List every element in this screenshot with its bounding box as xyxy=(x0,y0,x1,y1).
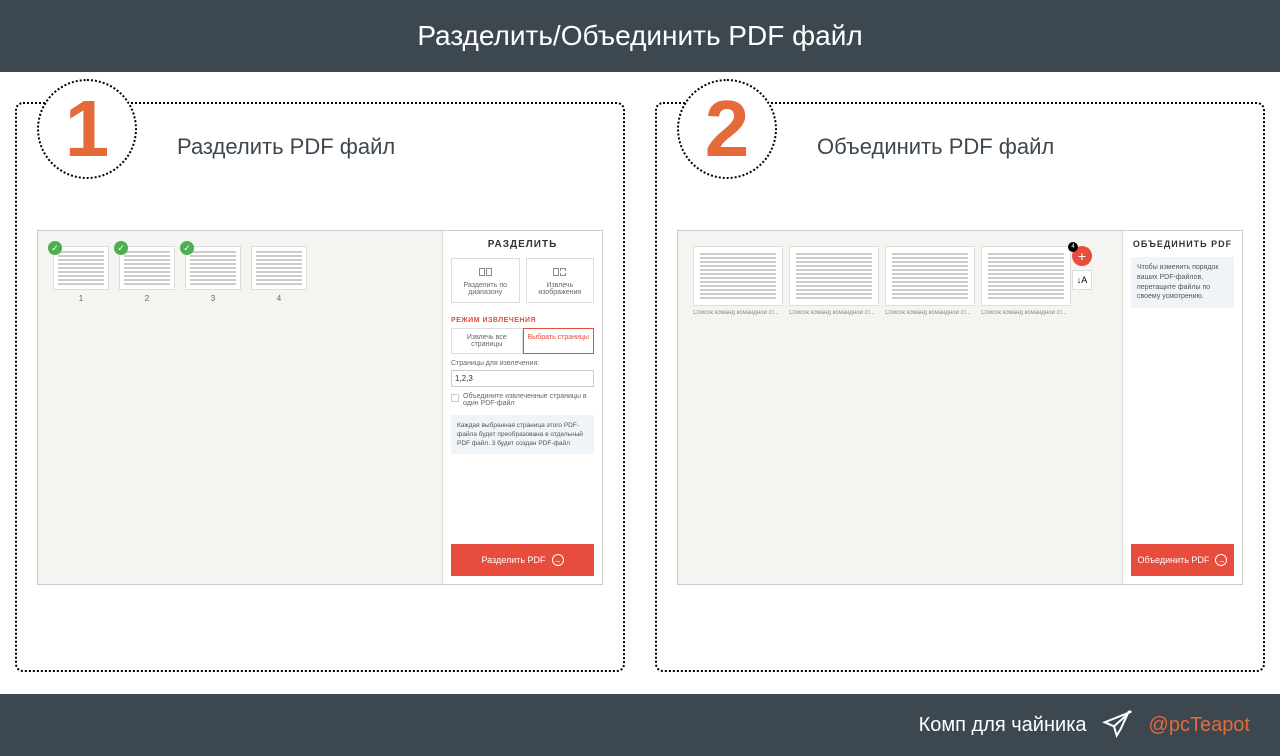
file-thumb[interactable] xyxy=(981,246,1071,306)
extract-tabs: Извлечь все страницы Выбрать страницы xyxy=(451,328,594,354)
page-thumb[interactable]: ✓ xyxy=(53,246,109,290)
panel-split: 1 Разделить PDF файл ✓ 1 ✓ 2 xyxy=(15,102,625,672)
thumb-wrapper: ✓ 1 xyxy=(53,246,109,303)
mode-range[interactable]: Разделить по диапазону xyxy=(451,258,520,303)
panel-merge: 2 Объединить PDF файл Список команд кома… xyxy=(655,102,1265,672)
sort-button[interactable]: ↓A xyxy=(1072,270,1092,290)
section-label: РЕЖИМ ИЗВЛЕЧЕНИЯ xyxy=(451,317,594,324)
screenshot-split: ✓ 1 ✓ 2 ✓ 3 xyxy=(37,230,603,585)
info-box: Каждая выбранная страница этого PDF-файл… xyxy=(451,415,594,454)
check-icon: ✓ xyxy=(48,241,62,255)
content-area: 1 Разделить PDF файл ✓ 1 ✓ 2 xyxy=(0,72,1280,692)
step-badge-2: 2 xyxy=(677,79,777,179)
file-caption: Список команд командной ст... xyxy=(789,310,879,316)
file-thumb-wrapper: Список команд командной ст... xyxy=(981,246,1071,316)
file-caption: Список команд командной ст... xyxy=(885,310,975,316)
file-thumb[interactable] xyxy=(885,246,975,306)
sidebar-title: РАЗДЕЛИТЬ xyxy=(451,239,594,250)
check-icon: ✓ xyxy=(180,241,194,255)
merge-thumbs-area: Список команд командной ст... Список ком… xyxy=(678,231,1122,584)
action-buttons: 4 + ↓A xyxy=(1072,246,1092,290)
page-thumb[interactable]: ✓ xyxy=(119,246,175,290)
page-footer: Комп для чайника @pcTeapot xyxy=(0,694,1280,756)
file-thumb[interactable] xyxy=(693,246,783,306)
thumb-number: 4 xyxy=(251,294,307,303)
pages-input[interactable]: 1,2,3 xyxy=(451,370,594,387)
thumb-wrapper: ✓ 3 xyxy=(185,246,241,303)
file-thumb-wrapper: Список команд командной ст... xyxy=(693,246,783,316)
page-thumb[interactable]: ✓ xyxy=(185,246,241,290)
panel-title-merge: Объединить PDF файл xyxy=(817,134,1243,160)
file-thumb-wrapper: Список команд командной ст... xyxy=(885,246,975,316)
panel-title-split: Разделить PDF файл xyxy=(177,134,603,160)
checkbox-icon xyxy=(451,394,459,402)
step-number: 1 xyxy=(65,89,110,169)
thumb-number: 2 xyxy=(119,294,175,303)
info-box: Чтобы изменить порядок ваших PDF-файлов,… xyxy=(1131,257,1234,308)
file-caption: Список команд командной ст... xyxy=(693,310,783,316)
thumb-number: 1 xyxy=(53,294,109,303)
input-label: Страницы для извлечения: xyxy=(451,360,594,367)
file-thumb-wrapper: Список команд командной ст... xyxy=(789,246,879,316)
arrow-icon: → xyxy=(552,554,564,566)
screenshot-merge: Список команд командной ст... Список ком… xyxy=(677,230,1243,585)
thumb-number: 3 xyxy=(185,294,241,303)
merge-button[interactable]: Объединить PDF → xyxy=(1131,544,1234,576)
footer-text: Комп для чайника xyxy=(919,714,1087,737)
screenshot-thumbs-area: ✓ 1 ✓ 2 ✓ 3 xyxy=(38,231,442,584)
sidebar-title: ОБЪЕДИНИТЬ PDF xyxy=(1131,239,1234,249)
range-icon xyxy=(454,265,517,279)
telegram-handle[interactable]: @pcTeapot xyxy=(1149,714,1250,737)
arrow-icon: → xyxy=(1215,554,1227,566)
tab-select-pages[interactable]: Выбрать страницы xyxy=(523,328,595,354)
split-sidebar: РАЗДЕЛИТЬ Разделить по диапазону Извлечь… xyxy=(442,231,602,584)
check-icon: ✓ xyxy=(114,241,128,255)
tab-all-pages[interactable]: Извлечь все страницы xyxy=(451,328,523,354)
telegram-icon xyxy=(1102,709,1134,741)
step-badge-1: 1 xyxy=(37,79,137,179)
thumb-wrapper: 4 xyxy=(251,246,307,303)
page-thumb[interactable] xyxy=(251,246,307,290)
add-file-button[interactable]: 4 + xyxy=(1072,246,1092,266)
mode-extract[interactable]: Извлечь изображения xyxy=(526,258,595,303)
split-modes: Разделить по диапазону Извлечь изображен… xyxy=(451,258,594,303)
merge-checkbox[interactable]: Объедините извлеченные страницы в один P… xyxy=(451,393,594,407)
header-title: Разделить/Объединить PDF файл xyxy=(417,20,862,51)
thumb-wrapper: ✓ 2 xyxy=(119,246,175,303)
count-badge: 4 xyxy=(1068,242,1078,252)
merge-sidebar: ОБЪЕДИНИТЬ PDF Чтобы изменить порядок ва… xyxy=(1122,231,1242,584)
page-header: Разделить/Объединить PDF файл xyxy=(0,0,1280,72)
split-button[interactable]: Разделить PDF → xyxy=(451,544,594,576)
file-thumb[interactable] xyxy=(789,246,879,306)
step-number: 2 xyxy=(705,89,750,169)
file-caption: Список команд командной ст... xyxy=(981,310,1071,316)
extract-icon xyxy=(529,265,592,279)
